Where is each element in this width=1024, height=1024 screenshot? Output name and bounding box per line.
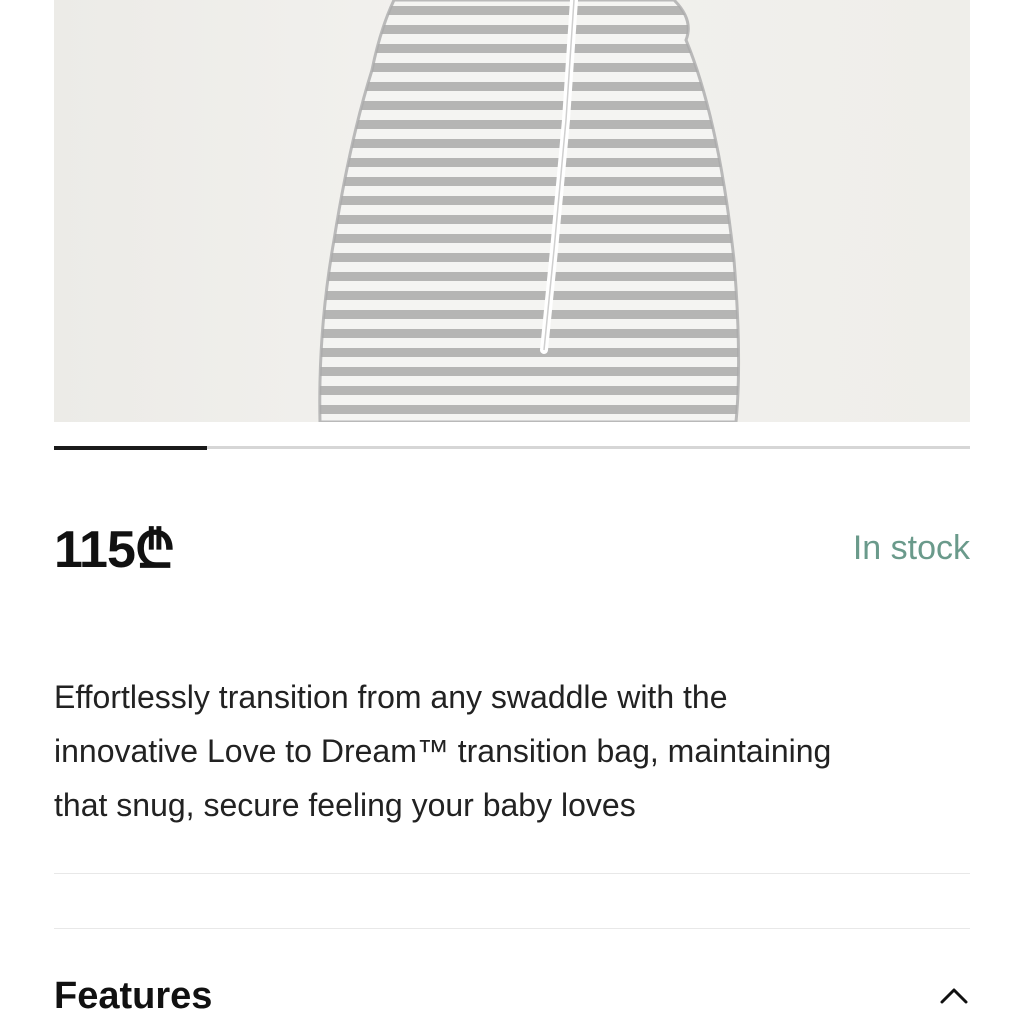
bag-stripe: [319, 253, 739, 262]
description-line: that snug, secure feeling your baby love…: [54, 787, 636, 823]
bag-stripe: [319, 215, 739, 224]
bag-stripe: [319, 139, 739, 148]
carousel-progress-indicator: [54, 446, 207, 450]
description-line: Effortlessly transition from any swaddle…: [54, 679, 728, 715]
product-image[interactable]: [54, 0, 970, 422]
bag-stripe: [319, 120, 739, 129]
bag-stripe: [319, 25, 739, 34]
currency-symbol: ₾: [134, 521, 175, 579]
section-divider: [54, 928, 970, 929]
bag-stripe: [319, 158, 739, 167]
chevron-up-icon[interactable]: [938, 984, 970, 1008]
image-carousel-progress[interactable]: [54, 446, 970, 450]
bag-stripe: [319, 44, 739, 53]
product-page: 115₾ In stock Effortlessly transition fr…: [0, 0, 1024, 1024]
bag-stripe: [319, 196, 739, 205]
bag-stripe: [319, 386, 739, 395]
features-title: Features: [54, 975, 213, 1017]
bag-stripe: [319, 82, 739, 91]
description-line: innovative Love to Dream™ transition bag…: [54, 733, 832, 769]
bag-stripe: [319, 177, 739, 186]
price-amount: 115: [54, 521, 136, 579]
bag-stripe: [319, 329, 739, 338]
features-accordion[interactable]: Features: [54, 968, 970, 1024]
stock-status: In stock: [852, 529, 970, 567]
bag-stripe: [319, 405, 739, 414]
sleep-bag-illustration: [318, 0, 741, 422]
product-price: 115₾: [54, 520, 175, 580]
bag-stripe: [319, 234, 739, 243]
section-divider: [54, 873, 970, 874]
bag-stripe: [319, 348, 739, 357]
bag-stripe: [319, 101, 739, 110]
product-description: Effortlessly transition from any swaddle…: [54, 670, 974, 832]
bag-stripe: [319, 291, 739, 300]
bag-stripe: [319, 367, 739, 376]
bag-stripe: [319, 310, 739, 319]
bag-stripe: [319, 272, 739, 281]
bag-stripe: [319, 6, 739, 15]
